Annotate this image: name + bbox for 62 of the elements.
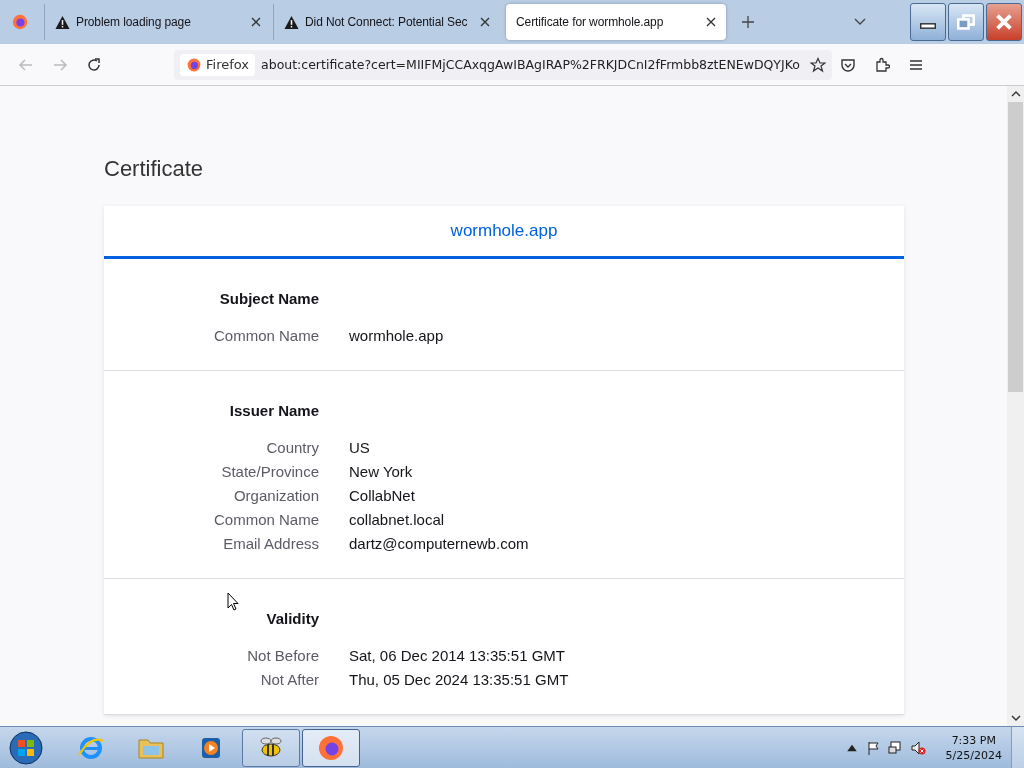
volume-muted-icon[interactable] <box>909 739 926 756</box>
mouse-pointer-icon <box>227 592 239 612</box>
reload-icon[interactable] <box>86 56 102 73</box>
field-value: dartz@computernewb.com <box>349 534 529 554</box>
close-icon[interactable] <box>251 17 261 27</box>
field-value: CollabNet <box>349 486 415 506</box>
star-icon[interactable] <box>810 56 826 73</box>
field-label: State/Province <box>220 462 319 482</box>
warning-icon <box>55 14 70 30</box>
address-bar[interactable]: Firefox about:certificate?cert=MIIFMjCCAxqgAwIBAgIRAP%2FRKJDCnI2fFrmbb8ztENEwDQYJKo <box>174 49 832 80</box>
field-value: US <box>349 438 370 458</box>
clock-time: 7:33 PM <box>951 732 996 748</box>
clock[interactable]: 7:33 PM 5/25/2024 <box>945 732 1002 763</box>
tab-title: Certificate for wormhole.app <box>516 15 665 29</box>
browser-tab[interactable]: Did Not Connect: Potential Sec <box>273 4 500 40</box>
close-icon <box>995 13 1013 31</box>
field-value: wormhole.app <box>349 326 444 346</box>
restore-icon <box>957 13 975 31</box>
section-heading: Validity <box>265 609 319 629</box>
field-value: collabnet.local <box>349 510 445 530</box>
field-label: Country <box>265 438 319 458</box>
extensions-icon[interactable] <box>874 56 890 73</box>
certificate-tab[interactable]: wormhole.app <box>104 206 904 259</box>
new-tab-icon[interactable] <box>742 16 754 28</box>
url-text: about:certificate?cert=MIIFMjCCAxqgAwIBAgIRAP%2FRKJDCnI2fFrmbb8ztENEwDQYJKo <box>261 57 801 72</box>
tab-title: Problem loading page <box>76 15 192 29</box>
clock-date: 5/25/2024 <box>945 747 1002 763</box>
scroll-up-icon[interactable] <box>1010 91 1021 97</box>
close-icon[interactable] <box>480 17 490 27</box>
firefox-icon[interactable] <box>11 13 29 31</box>
taskbar-button[interactable] <box>302 728 360 767</box>
network-icon[interactable] <box>887 739 904 756</box>
section-heading: Issuer Name <box>228 401 319 421</box>
taskbar-button[interactable] <box>242 728 300 767</box>
minimize-button[interactable] <box>910 3 946 41</box>
minimize-icon <box>920 23 936 29</box>
close-button[interactable] <box>986 3 1022 41</box>
field-label: Not After <box>259 670 319 690</box>
field-label: Organization <box>232 486 319 506</box>
page-title: Certificate <box>104 156 205 182</box>
field-label: Common Name <box>212 510 319 530</box>
field-value: New York <box>349 462 413 482</box>
firefox-icon <box>186 56 202 73</box>
close-icon[interactable] <box>706 17 716 27</box>
scrollbar[interactable] <box>1007 86 1024 726</box>
tab-title: Did Not Connect: Potential Sec <box>305 15 469 29</box>
field-label: Email Address <box>222 534 319 554</box>
field-value: Thu, 05 Dec 2024 13:35:51 GMT <box>349 670 569 690</box>
restore-button[interactable] <box>948 3 984 41</box>
scroll-down-icon[interactable] <box>1010 715 1021 721</box>
warning-icon <box>284 14 299 30</box>
tab-list-icon[interactable] <box>854 18 866 26</box>
identity-button[interactable]: Firefox <box>180 53 256 76</box>
field-label: Not Before <box>246 646 319 666</box>
pocket-icon[interactable] <box>840 56 856 73</box>
flag-icon[interactable] <box>865 739 882 756</box>
field-label: Common Name <box>212 326 319 346</box>
browser-tab[interactable]: Problem loading page <box>44 4 271 40</box>
start-button[interactable] <box>8 729 44 766</box>
browser-tab[interactable]: Certificate for wormhole.app <box>506 4 726 40</box>
section-heading: Subject Name <box>218 289 319 309</box>
field-value: Sat, 06 Dec 2014 13:35:51 GMT <box>349 646 565 666</box>
